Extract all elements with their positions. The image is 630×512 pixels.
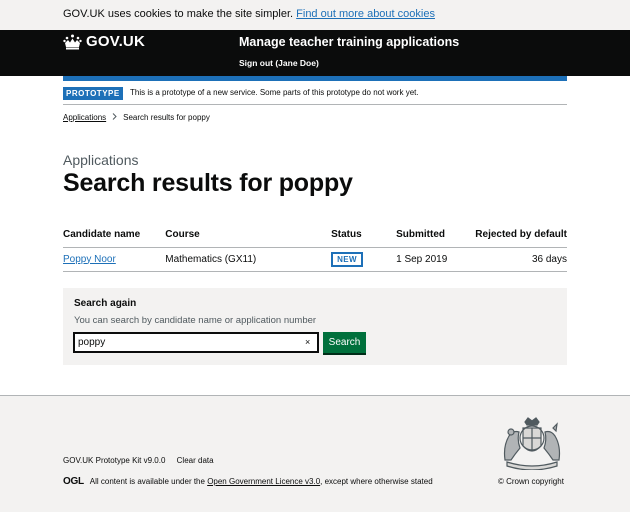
- page-caption: Applications: [63, 152, 139, 168]
- breadcrumb-current: Search results for poppy: [123, 113, 210, 122]
- results-table: Candidate name Course Status Submitted R…: [63, 223, 567, 272]
- cookie-banner: GOV.UK uses cookies to make the site sim…: [0, 0, 630, 30]
- column-header-course: Course: [165, 223, 332, 248]
- phase-banner-text: This is a prototype of a new service. So…: [130, 88, 419, 97]
- search-input[interactable]: [73, 332, 319, 353]
- search-panel: Search again You can search by candidate…: [63, 288, 567, 365]
- search-button[interactable]: Search: [323, 332, 366, 353]
- clear-data-link[interactable]: Clear data: [177, 456, 214, 465]
- cookie-info-link[interactable]: Find out more about cookies: [296, 8, 435, 20]
- prototype-kit-version: GOV.UK Prototype Kit v9.0.0: [63, 456, 166, 465]
- service-name-link[interactable]: Manage teacher training applications: [239, 35, 459, 49]
- open-government-licence-link[interactable]: Open Government Licence v3.0: [207, 477, 320, 486]
- table-row: Poppy Noor Mathematics (GX11) NEW 1 Sep …: [63, 247, 567, 272]
- sign-out-link[interactable]: Sign out (Jane Doe): [239, 58, 319, 68]
- page-title: Search results for poppy: [63, 169, 353, 197]
- column-header-rejected-by-default: Rejected by default: [475, 223, 567, 248]
- footer-links: GOV.UK Prototype Kit v9.0.0 Clear data: [63, 456, 223, 465]
- royal-coat-of-arms-icon: [499, 416, 566, 475]
- govuk-logo-text: GOV.UK: [86, 33, 145, 50]
- submitted-cell: 1 Sep 2019: [396, 247, 476, 272]
- rejected-by-default-cell: 36 days: [475, 247, 567, 272]
- phase-tag: PROTOTYPE: [63, 87, 123, 100]
- licence-prefix: All content is available under the: [89, 477, 205, 486]
- licence-statement: OGL All content is available under the O…: [63, 476, 433, 487]
- column-header-candidate: Candidate name: [63, 223, 166, 248]
- breadcrumb: Applications Search results for poppy: [63, 113, 210, 122]
- govuk-logo-link[interactable]: GOV.UK: [63, 33, 145, 50]
- column-header-status: Status: [331, 223, 397, 248]
- breadcrumb-applications-link[interactable]: Applications: [63, 113, 106, 122]
- clear-search-icon[interactable]: ×: [305, 337, 310, 347]
- crown-copyright-link[interactable]: © Crown copyright: [498, 477, 564, 486]
- candidate-link[interactable]: Poppy Noor: [63, 254, 116, 265]
- course-cell: Mathematics (GX11): [165, 247, 332, 272]
- site-footer: GOV.UK Prototype Kit v9.0.0 Clear data O…: [0, 395, 630, 512]
- table-header-row: Candidate name Course Status Submitted R…: [63, 223, 567, 248]
- status-badge: NEW: [331, 251, 363, 267]
- search-label: Search again: [74, 298, 137, 309]
- search-hint: You can search by candidate name or appl…: [74, 315, 317, 326]
- header-blue-bar: [63, 76, 567, 81]
- site-header: GOV.UK Manage teacher training applicati…: [0, 30, 630, 76]
- crown-icon: [63, 34, 82, 50]
- column-header-submitted: Submitted: [396, 223, 476, 248]
- chevron-right-icon: [112, 113, 117, 122]
- cookie-banner-text: GOV.UK uses cookies to make the site sim…: [63, 8, 294, 20]
- licence-suffix: , except where otherwise stated: [320, 477, 433, 486]
- ogl-logo-icon: OGL: [63, 476, 84, 487]
- phase-banner: PROTOTYPE This is a prototype of a new s…: [63, 84, 567, 105]
